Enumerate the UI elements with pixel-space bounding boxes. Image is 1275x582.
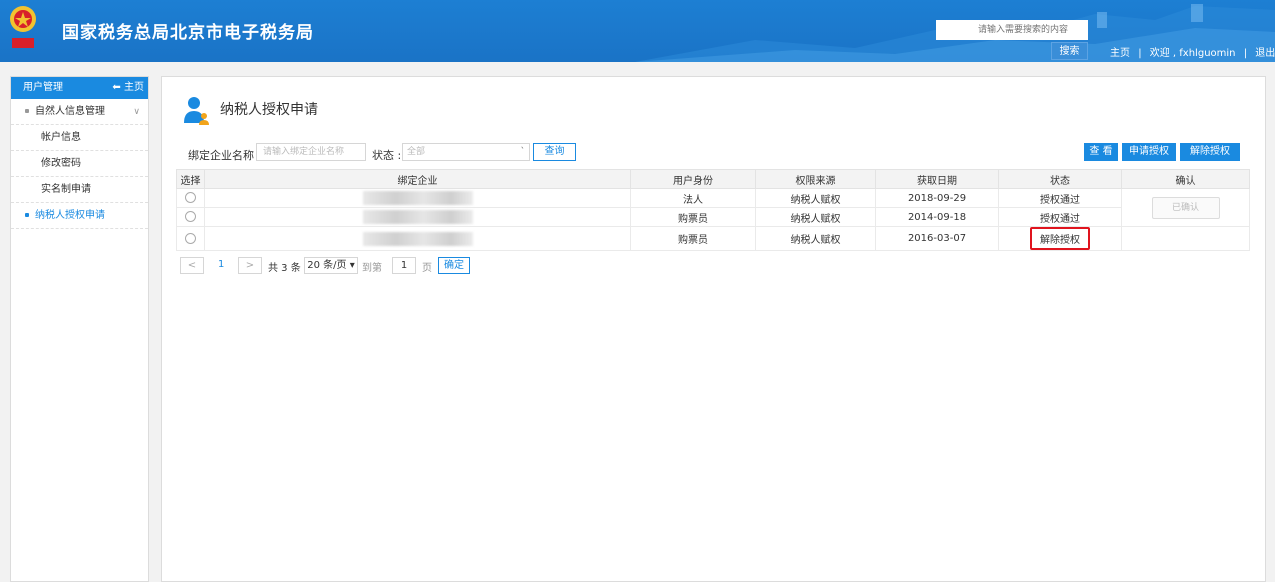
confirmed-button[interactable]: 已确认 <box>1151 196 1220 219</box>
sidebar-header: 用户管理 ⬅ 主页 <box>11 77 148 99</box>
cell-identity: 法人 <box>630 188 756 208</box>
sidebar-group-person-info[interactable]: 自然人信息管理 ∨ <box>11 99 148 125</box>
chevron-down-icon: ∨ <box>133 107 140 117</box>
table-row: 法人 纳税人赋权 2018-09-29 授权通过 已确认 <box>176 188 1250 227</box>
cell-identity: 购票员 <box>630 207 756 227</box>
top-header: 国家税务总局北京市电子税务局 搜索 主页 | 欢迎 , fxhlguomin |… <box>0 0 1275 62</box>
sidebar-home-label: 主页 <box>124 82 144 93</box>
status-select-value: 全部 <box>407 147 426 157</box>
site-title: 国家税务总局北京市电子税务局 <box>62 23 314 43</box>
cell-confirm-empty <box>1121 226 1250 251</box>
cell-status: 授权通过 <box>998 188 1122 208</box>
blurred-company-name <box>362 210 473 224</box>
sidebar-home-link[interactable]: ⬅ 主页 <box>112 77 144 99</box>
auth-table: 选择 绑定企业 用户身份 权限来源 获取日期 状态 确认 法人 纳税人赋权 20… <box>176 169 1250 251</box>
cell-date: 2014-09-18 <box>875 207 999 227</box>
sidebar-title: 用户管理 <box>23 82 63 93</box>
page-unit-label: 页 <box>422 263 432 274</box>
view-button[interactable]: 查 看 <box>1084 143 1118 161</box>
col-header-source: 权限来源 <box>755 169 876 189</box>
total-count-text: 共 3 条 <box>268 263 301 274</box>
status-filter-label: 状态 : <box>372 149 402 162</box>
cell-date: 2018-09-29 <box>875 188 999 208</box>
goto-label: 到第 <box>362 263 382 274</box>
prev-page-button[interactable]: < <box>180 257 204 274</box>
main-panel: 纳税人授权申请 绑定企业名称 : 请输入绑定企业名称 状态 : 全部 ˋ 查询 … <box>161 76 1266 582</box>
table-row: 购票员 纳税人赋权 2014-09-18 授权通过 <box>176 207 1250 227</box>
apply-auth-button[interactable]: 申请授权 <box>1122 143 1176 161</box>
blurred-company-name <box>362 191 473 205</box>
col-header-confirm: 确认 <box>1121 169 1250 189</box>
welcome-user-text[interactable]: 欢迎 , fxhlguomin <box>1150 44 1236 59</box>
next-page-button[interactable]: > <box>238 257 262 274</box>
page-size-value: 20 条/页 <box>307 260 347 271</box>
cell-status: 授权通过 <box>998 207 1122 227</box>
goto-confirm-button[interactable]: 确定 <box>438 257 470 274</box>
page-title: 纳税人授权申请 <box>220 102 318 118</box>
bullet-icon <box>25 109 29 113</box>
row-select-radio[interactable] <box>185 192 196 204</box>
col-header-date: 获取日期 <box>875 169 999 189</box>
sidebar-item-account-info[interactable]: 帐户信息 <box>11 125 148 151</box>
col-header-status: 状态 <box>998 169 1122 189</box>
blurred-company-name <box>362 231 473 246</box>
user-auth-icon <box>184 97 209 125</box>
table-row: 购票员 纳税人赋权 2016-03-07 解除授权 <box>176 226 1250 251</box>
company-filter-label: 绑定企业名称 : <box>188 149 262 162</box>
cell-date: 2016-03-07 <box>875 226 999 251</box>
dropdown-triangle-icon: ▾ <box>349 260 355 271</box>
cell-identity: 购票员 <box>630 226 756 251</box>
col-header-select: 选择 <box>176 169 205 189</box>
sidebar-item-realname-apply[interactable]: 实名制申请 <box>11 177 148 203</box>
cell-status-highlighted: 解除授权 <box>1030 227 1090 250</box>
national-emblem-icon <box>10 6 36 48</box>
bullet-icon <box>25 213 29 217</box>
col-header-company: 绑定企业 <box>204 169 631 189</box>
back-arrow-icon: ⬅ <box>112 82 121 93</box>
nav-home-link[interactable]: 主页 <box>1110 44 1130 59</box>
col-header-identity: 用户身份 <box>630 169 756 189</box>
sidebar: 用户管理 ⬅ 主页 自然人信息管理 ∨ 帐户信息 修改密码 实名制申请 纳税人授… <box>10 76 149 582</box>
global-search-input[interactable] <box>936 20 1088 40</box>
row-select-radio[interactable] <box>185 232 196 244</box>
sidebar-item-change-password[interactable]: 修改密码 <box>11 151 148 177</box>
query-button[interactable]: 查询 <box>533 143 576 161</box>
nav-separator: | <box>1138 48 1142 59</box>
sidebar-item-taxpayer-auth[interactable]: 纳税人授权申请 <box>11 203 148 229</box>
dropdown-caret-icon: ˋ <box>520 147 526 157</box>
page-size-select[interactable]: 20 条/页 ▾ <box>304 257 358 274</box>
sidebar-group-label: 自然人信息管理 <box>35 106 105 117</box>
cell-source: 纳税人赋权 <box>755 188 876 208</box>
revoke-auth-button[interactable]: 解除授权 <box>1180 143 1240 161</box>
nav-separator: | <box>1243 48 1248 59</box>
row-select-radio[interactable] <box>185 211 196 223</box>
logout-link[interactable]: 退出 <box>1255 44 1275 59</box>
cell-source: 纳税人赋权 <box>755 226 876 251</box>
sidebar-item-label: 纳税人授权申请 <box>35 210 105 221</box>
status-select[interactable]: 全部 ˋ <box>402 143 530 161</box>
user-nav: 主页 | 欢迎 , fxhlguomin | 退出 <box>1110 44 1275 59</box>
cell-source: 纳税人赋权 <box>755 207 876 227</box>
current-page-number[interactable]: 1 <box>218 259 224 270</box>
company-name-input[interactable]: 请输入绑定企业名称 <box>256 143 366 161</box>
table-header-row: 选择 绑定企业 用户身份 权限来源 获取日期 状态 确认 <box>176 169 1250 189</box>
goto-page-input[interactable]: 1 <box>392 257 416 274</box>
global-search-button[interactable]: 搜索 <box>1051 42 1088 60</box>
